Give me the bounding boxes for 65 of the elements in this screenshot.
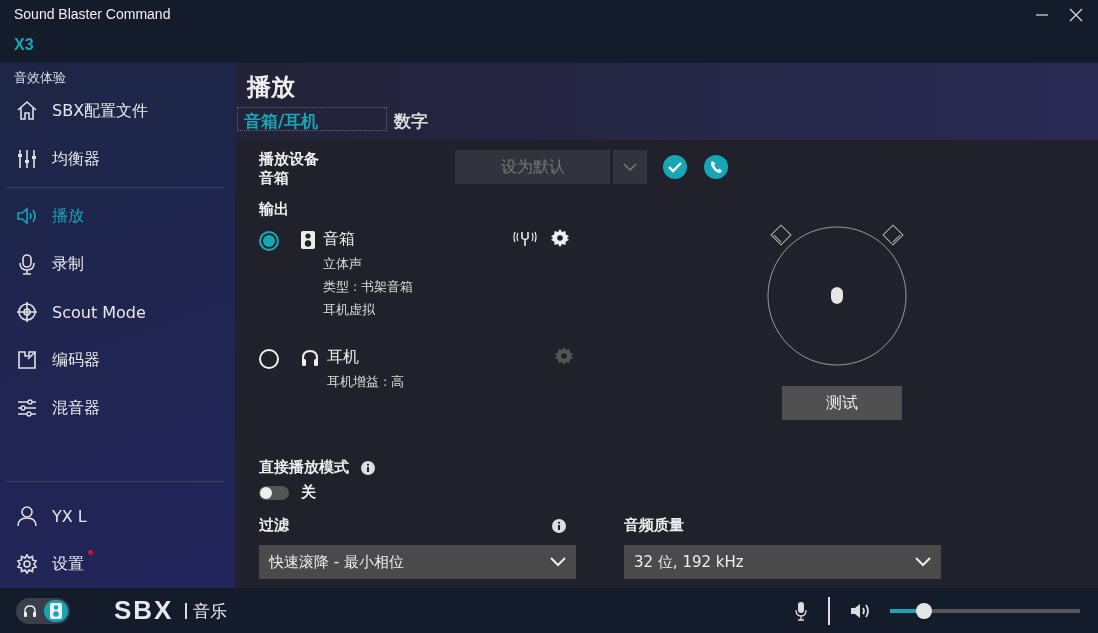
microphone-icon: [794, 600, 808, 621]
sidebar-item[interactable]: 均衡器: [0, 135, 235, 183]
chevron-down-icon: [622, 162, 638, 172]
section-label: 音效体验: [13, 69, 67, 87]
crosshair-icon: [16, 301, 38, 323]
radio-button[interactable]: [259, 231, 279, 251]
checkmark-icon: [662, 154, 688, 180]
headphones-icon: [301, 349, 319, 367]
sidebar-item[interactable]: SBX配置文件: [0, 87, 235, 135]
sidebar-item[interactable]: 编码器: [0, 336, 235, 384]
section-heading: 输出: [259, 200, 290, 219]
settings-icon: [551, 229, 569, 247]
setting-label: 音频质量: [624, 516, 684, 535]
sidebar-item[interactable]: 录制: [0, 240, 235, 288]
headphones-icon: [23, 603, 37, 618]
volume-slider[interactable]: [890, 602, 1080, 619]
encoder-icon: [16, 349, 38, 371]
option-detail: 立体声: [323, 256, 363, 273]
sidebar-item[interactable]: 播放: [0, 192, 235, 240]
info-icon: [552, 518, 566, 533]
device-name: X3: [14, 36, 35, 54]
notification-dot: [88, 550, 93, 555]
speaker-icon: [16, 205, 38, 227]
speaker-icon: [301, 231, 315, 249]
option-detail: 类型 : 书架音箱: [323, 279, 415, 296]
dropdown[interactable]: 32 位, 192 kHz: [624, 545, 941, 579]
settings-icon: [16, 553, 38, 575]
home-icon: [16, 100, 38, 122]
setting-label: 直接播放模式: [259, 458, 349, 477]
device-label: 播放设备: [259, 150, 320, 169]
settings-icon: [555, 347, 573, 365]
toggle-state: 关: [301, 483, 316, 502]
setting-label: 过滤: [259, 516, 289, 535]
window-title: Sound Blaster Command: [14, 6, 171, 22]
test-button[interactable]: 测试: [782, 386, 902, 420]
output-mode-option[interactable]: [44, 599, 68, 622]
info-icon: [361, 460, 375, 475]
sidebar-item[interactable]: YX L: [0, 492, 235, 540]
close-icon: [1069, 8, 1083, 22]
user-icon: [16, 505, 38, 527]
option-detail: 耳机虚拟: [323, 302, 376, 319]
settings-button[interactable]: [551, 229, 569, 247]
sidebar-item[interactable]: 设置: [0, 540, 235, 588]
option-label: 耳机: [327, 347, 360, 368]
sliders-icon: [16, 397, 38, 419]
chevron-down-icon: [550, 557, 566, 567]
dropdown[interactable]: 快速滚降 - 最小相位: [259, 545, 576, 579]
tab[interactable]: 数字: [387, 107, 537, 131]
page-title: 播放: [245, 72, 296, 103]
tuning-fork-icon: [513, 229, 537, 247]
sidebar-item[interactable]: Scout Mode: [0, 288, 235, 336]
phone-icon: [703, 154, 729, 180]
device-value: 音箱: [259, 169, 290, 188]
speaker-icon: [50, 602, 62, 619]
option-label: 音箱: [323, 229, 356, 250]
toggle-switch[interactable]: [259, 485, 289, 500]
equalizer-icon: [16, 148, 38, 170]
sidebar-item[interactable]: 混音器: [0, 384, 235, 432]
chevron-down-icon: [915, 557, 931, 567]
microphone-icon: [16, 253, 38, 275]
brand-logo: SBX: [114, 595, 174, 626]
option-detail: 耳机增益 : 高: [327, 374, 406, 391]
tab[interactable]: 音箱/耳机: [237, 107, 387, 131]
volume-icon: [850, 602, 872, 619]
mode-label: 音乐: [185, 602, 228, 619]
